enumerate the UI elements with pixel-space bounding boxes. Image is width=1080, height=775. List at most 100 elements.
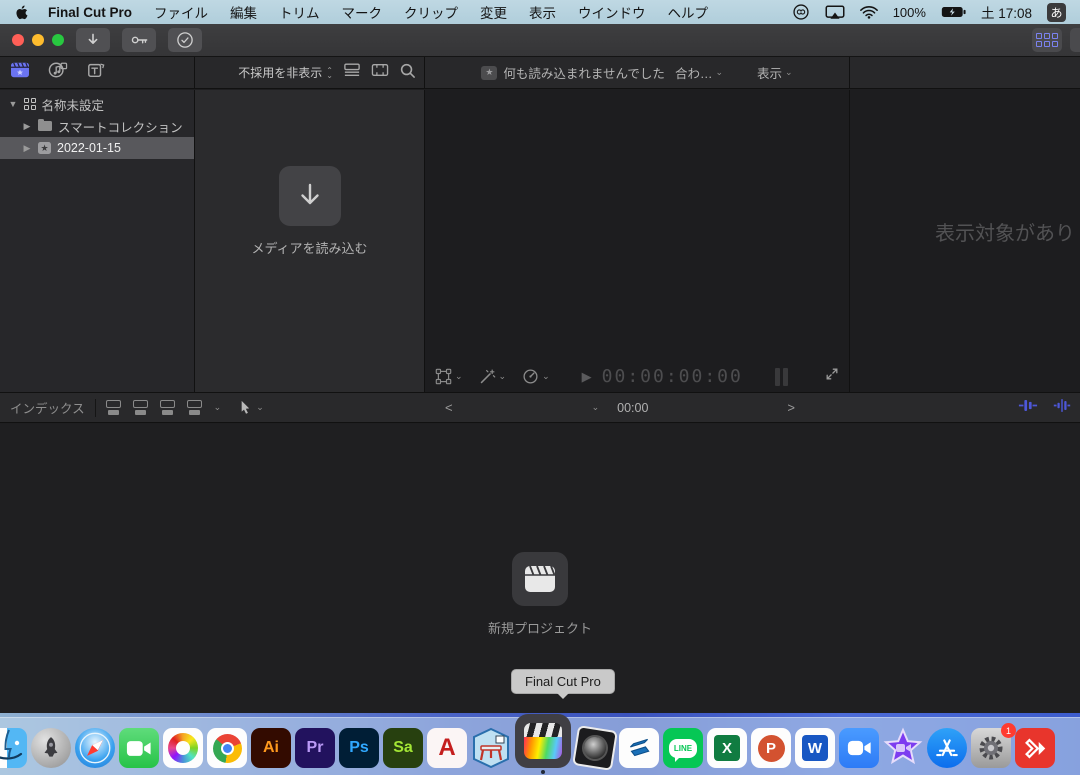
transform-control[interactable]: ⌄ — [435, 368, 463, 385]
dock-red-diamond-app[interactable] — [1015, 728, 1055, 768]
sampler-label: Sa — [393, 739, 413, 757]
skimming-toggle-icon[interactable] — [1018, 399, 1038, 417]
dock-home-design-app[interactable] — [471, 728, 511, 768]
dock-word[interactable]: W — [795, 728, 835, 768]
minimize-window-button[interactable] — [32, 34, 44, 46]
premiere-label: Pr — [307, 739, 324, 757]
close-window-button[interactable] — [12, 34, 24, 46]
edit-options-chevron-icon[interactable]: ⌄ — [214, 402, 222, 413]
screen-mirroring-icon[interactable] — [825, 5, 845, 20]
dock-excel[interactable]: X — [707, 728, 747, 768]
viewer-zoom-dropdown[interactable]: 合わ…⌄ — [675, 63, 723, 82]
photoshop-label: Ps — [349, 739, 369, 757]
dock: Ai Pr Ps Sa A L — [0, 717, 1080, 775]
inspector-pane: 表示対象があり — [850, 90, 1080, 392]
append-edit-icon[interactable] — [160, 400, 175, 415]
zoom-window-button[interactable] — [52, 34, 64, 46]
menu-item-view[interactable]: 表示 — [529, 2, 556, 22]
filmstrip-view-icon[interactable] — [371, 62, 389, 83]
dock-premiere[interactable]: Pr — [295, 728, 335, 768]
dock-sketchup[interactable] — [619, 728, 659, 768]
dock-imovie[interactable] — [883, 728, 923, 768]
dock-autocad[interactable]: A — [427, 728, 467, 768]
dock-chrome[interactable] — [207, 728, 247, 768]
show-libraries-icon[interactable] — [10, 61, 30, 84]
viewer-controls: ⌄ ⌄ ⌄ ▶ 00:00:00:00 — [425, 361, 849, 392]
previous-frame-button[interactable]: < — [445, 400, 453, 415]
libraries-sidebar: ▼ 名称未設定 ▶ スマートコレクション ▶ ★ 2022-01-15 — [0, 90, 195, 392]
dock-photos[interactable] — [163, 728, 203, 768]
menu-item-window[interactable]: ウインドウ — [578, 2, 646, 22]
clip-list-view-icon[interactable] — [343, 62, 361, 83]
index-button[interactable]: インデックス — [10, 398, 85, 417]
dock-illustrator[interactable]: Ai — [251, 728, 291, 768]
powerpoint-label: P — [758, 735, 785, 762]
dock-substance-sampler[interactable]: Sa — [383, 728, 423, 768]
disclosure-open-icon[interactable]: ▼ — [8, 99, 18, 109]
new-project-button[interactable] — [512, 552, 568, 606]
fcp-clapperboard-icon — [524, 723, 562, 759]
dock-powerpoint[interactable]: P — [751, 728, 791, 768]
next-frame-button[interactable]: > — [787, 400, 795, 415]
pinwheel-icon — [168, 733, 198, 763]
disclosure-closed-icon[interactable]: ▶ — [22, 121, 32, 132]
import-media-button[interactable] — [279, 166, 341, 226]
wifi-icon[interactable] — [860, 6, 878, 19]
dock-line[interactable]: LINE — [663, 728, 703, 768]
word-label: W — [802, 735, 828, 761]
effects-control[interactable]: ⌄ — [479, 368, 507, 385]
menu-item-help[interactable]: ヘルプ — [668, 2, 709, 22]
viewer-timecode: 00:00:00:00 — [602, 366, 743, 387]
show-titles-generators-icon[interactable] — [86, 61, 106, 84]
hide-rejected-filter[interactable]: 不採用を非表示 ⌃⌄ — [238, 64, 333, 81]
audio-skimming-toggle-icon[interactable] — [1052, 399, 1072, 417]
retime-control[interactable]: ⌄ — [522, 368, 550, 385]
sidebar-item-library[interactable]: ▼ 名称未設定 — [0, 93, 194, 115]
dock-logic-pro[interactable] — [572, 725, 618, 771]
dock-tooltip: Final Cut Pro — [511, 669, 615, 694]
browser-toggle-button[interactable] — [1032, 28, 1062, 52]
audio-meters[interactable] — [775, 368, 788, 386]
disclosure-closed-icon[interactable]: ▶ — [22, 143, 32, 154]
dock-launchpad[interactable] — [31, 728, 71, 768]
menu-item-file[interactable]: ファイル — [154, 2, 208, 22]
menu-item-mark[interactable]: マーク — [342, 2, 383, 22]
insert-edit-icon[interactable] — [133, 400, 148, 415]
show-photos-audio-icon[interactable] — [48, 61, 68, 84]
connect-edit-icon[interactable] — [106, 400, 121, 415]
viewer-view-dropdown[interactable]: 表示⌄ — [757, 63, 793, 82]
menu-item-modify[interactable]: 変更 — [480, 2, 507, 22]
dock-safari[interactable] — [75, 728, 115, 768]
menu-item-edit[interactable]: 編集 — [230, 2, 257, 22]
dock-photoshop[interactable]: Ps — [339, 728, 379, 768]
fullscreen-expand-icon[interactable] — [825, 367, 839, 386]
inspector-empty-message: 表示対象があり — [935, 217, 1075, 246]
active-app-name[interactable]: Final Cut Pro — [48, 5, 132, 20]
menu-item-trim[interactable]: トリム — [279, 2, 320, 22]
apple-menu-icon[interactable] — [14, 4, 28, 21]
dock-finder[interactable] — [0, 728, 27, 768]
sidebar-item-smart-collection[interactable]: ▶ スマートコレクション — [0, 115, 194, 137]
search-icon[interactable] — [399, 62, 416, 84]
traffic-lights — [12, 34, 64, 46]
menu-item-clip[interactable]: クリップ — [404, 2, 458, 22]
background-tasks-button[interactable] — [168, 28, 202, 52]
tool-selector[interactable]: ⌄ — [239, 400, 264, 415]
timeline-history-chevron-icon[interactable]: ⌄ — [592, 402, 600, 413]
menu-clock[interactable]: 土 17:08 — [981, 2, 1032, 22]
play-button[interactable]: ▶ — [582, 369, 592, 385]
video-camera-icon — [126, 739, 152, 758]
input-method-badge[interactable]: あ — [1047, 3, 1066, 22]
dock-facetime[interactable] — [119, 728, 159, 768]
dock-system-settings[interactable]: 1 — [971, 728, 1011, 768]
sidebar-item-event[interactable]: ▶ ★ 2022-01-15 — [0, 137, 194, 159]
import-media-toolbar-button[interactable] — [76, 28, 110, 52]
overwrite-edit-icon[interactable] — [187, 400, 202, 415]
creative-cloud-icon[interactable] — [792, 3, 810, 21]
timeline-toggle-button-partial[interactable] — [1070, 28, 1080, 52]
keyword-editor-button[interactable] — [122, 28, 156, 52]
dock-final-cut-pro[interactable] — [515, 714, 571, 768]
dock-zoom[interactable] — [839, 728, 879, 768]
dock-app-store[interactable] — [927, 728, 967, 768]
battery-icon — [941, 6, 966, 18]
